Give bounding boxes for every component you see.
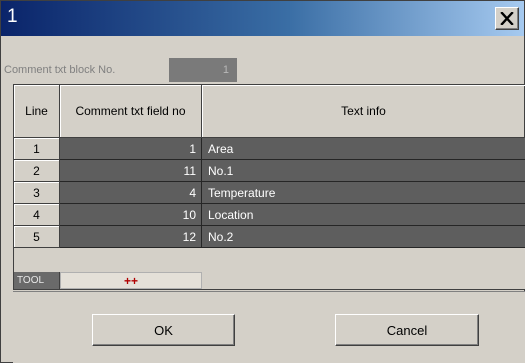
column-header-line: Line [14, 85, 60, 138]
column-header-text-info: Text info [202, 85, 525, 138]
row-line-number[interactable]: 2 [14, 160, 60, 182]
cancel-button[interactable]: Cancel [335, 314, 479, 346]
field-no-cell[interactable]: 11 [60, 160, 202, 182]
table-row: 5 12 No.2 [14, 226, 525, 248]
add-row-button[interactable]: ++ [60, 272, 202, 289]
text-info-cell[interactable]: No.2 [202, 226, 525, 248]
field-no-cell[interactable]: 1 [60, 138, 202, 160]
field-no-cell[interactable]: 4 [60, 182, 202, 204]
tool-row-filler [202, 272, 525, 289]
table-row: 1 1 Area [14, 138, 525, 160]
comment-grid: Line Comment txt field no Text info 1 1 … [13, 84, 525, 290]
window-title: 1 [7, 6, 18, 27]
column-header-field-no: Comment txt field no [60, 85, 202, 138]
field-no-cell[interactable]: 10 [60, 204, 202, 226]
row-line-number[interactable]: 3 [14, 182, 60, 204]
table-row: 2 11 No.1 [14, 160, 525, 182]
row-line-number[interactable]: 1 [14, 138, 60, 160]
tool-row: TOOL ++ [14, 272, 525, 289]
row-line-number[interactable]: 4 [14, 204, 60, 226]
row-line-number[interactable]: 5 [14, 226, 60, 248]
block-number-row: Comment txt block No. 1 [3, 58, 524, 82]
field-no-cell[interactable]: 12 [60, 226, 202, 248]
block-number-label: Comment txt block No. [4, 64, 116, 76]
close-x-icon [500, 12, 514, 25]
text-info-cell[interactable]: No.1 [202, 160, 525, 182]
block-number-field[interactable]: 1 [169, 58, 237, 82]
text-info-cell[interactable]: Location [202, 204, 525, 226]
title-bar[interactable]: 1 [1, 1, 524, 36]
table-row: 4 10 Location [14, 204, 525, 226]
ok-button[interactable]: OK [92, 314, 235, 346]
text-info-cell[interactable]: Temperature [202, 182, 525, 204]
text-info-cell[interactable]: Area [202, 138, 525, 160]
empty-grid-area [14, 248, 525, 272]
close-button[interactable] [495, 7, 519, 30]
tool-label: TOOL [14, 272, 60, 289]
dialog-window: 1 Comment txt block No. 1 Line Comment t… [0, 0, 525, 363]
table-row: 3 4 Temperature [14, 182, 525, 204]
